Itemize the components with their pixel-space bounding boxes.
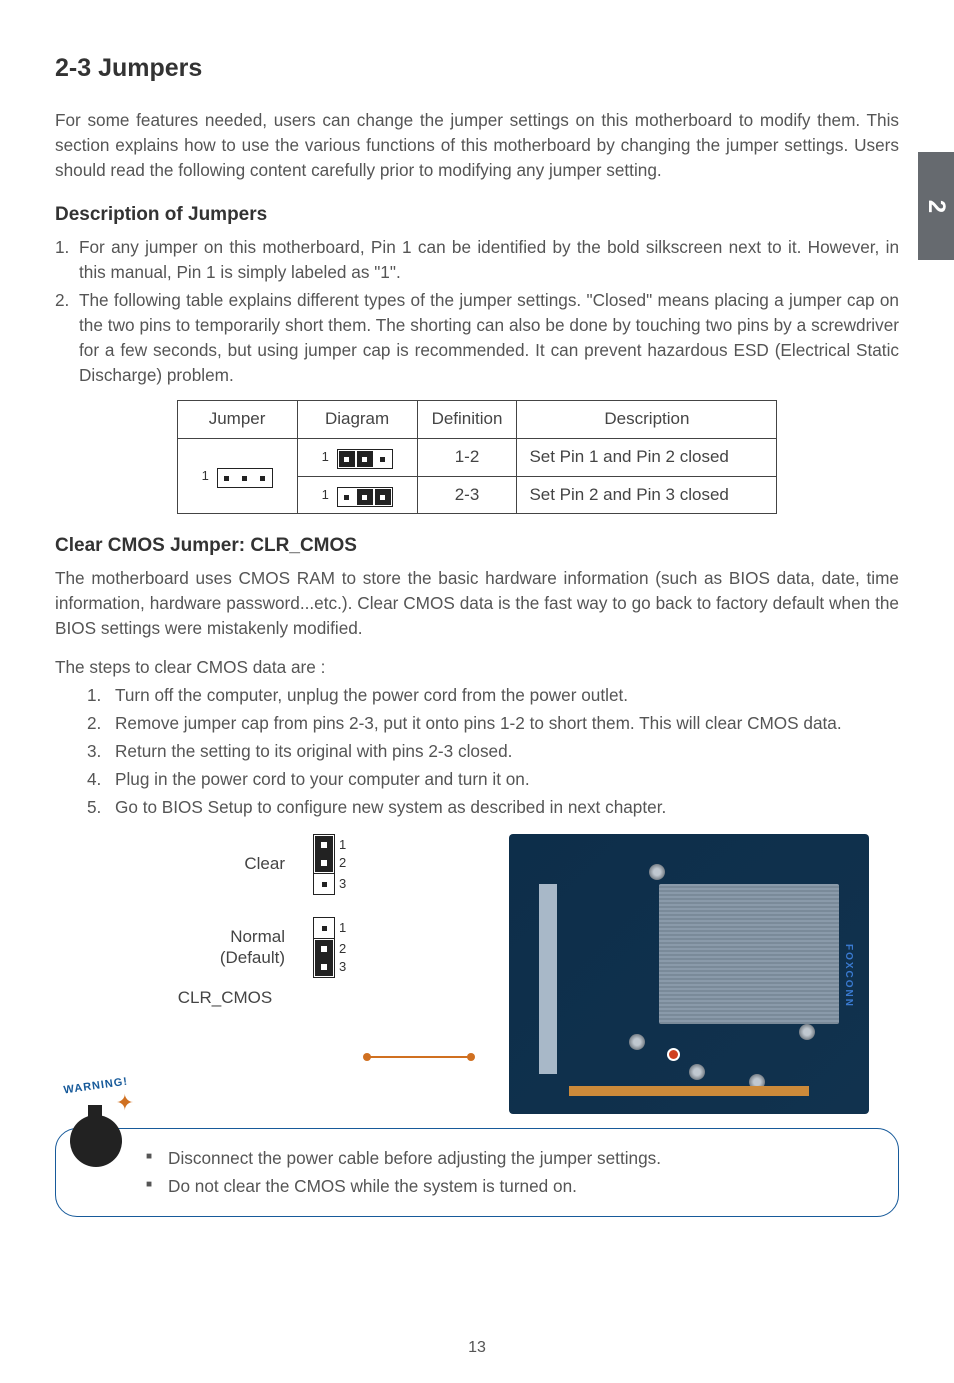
jumper-clear-icon: 1 2: [313, 834, 335, 874]
normal-label: Normal (Default): [220, 927, 285, 968]
chapter-number: 2: [919, 199, 954, 212]
intro-paragraph: For some features needed, users can chan…: [55, 108, 899, 183]
list-item: 2. The following table explains differen…: [55, 288, 899, 388]
warning-bomb-icon: WARNING! ✦: [52, 1087, 140, 1175]
pin1-label: 1: [322, 449, 329, 464]
warning-callout: WARNING! ✦ Disconnect the power cable be…: [55, 1128, 899, 1217]
list-item: 1. For any jumper on this motherboard, P…: [55, 235, 899, 285]
jumper-diagram-icon: [337, 487, 393, 507]
page-number: 13: [0, 1336, 954, 1359]
step-item: 1.Turn off the computer, unplug the powe…: [55, 683, 899, 708]
board-brand: FOXCONN: [841, 944, 856, 1008]
clr-cmos-label: CLR_CMOS: [115, 986, 335, 1011]
motherboard-image: FOXCONN: [509, 834, 869, 1114]
table-header: Jumper: [177, 401, 297, 439]
list-number: 1.: [55, 235, 79, 285]
table-cell-diagram: 1: [297, 438, 417, 476]
list-number: 2.: [55, 288, 79, 388]
description-heading: Description of Jumpers: [55, 201, 899, 229]
section-title: 2-3 Jumpers: [55, 50, 899, 86]
table-header: Description: [517, 401, 777, 439]
warning-item: Do not clear the CMOS while the system i…: [146, 1174, 880, 1199]
table-cell-definition: 2-3: [417, 476, 517, 514]
step-item: 5.Go to BIOS Setup to configure new syst…: [55, 795, 899, 820]
step-item: 4.Plug in the power cord to your compute…: [55, 767, 899, 792]
table-header: Definition: [417, 401, 517, 439]
jumper-diagram-icon: [337, 449, 393, 469]
list-text: The following table explains different t…: [79, 288, 899, 388]
step-item: 3.Return the setting to its original wit…: [55, 739, 899, 764]
list-text: For any jumper on this motherboard, Pin …: [79, 235, 899, 285]
page-content: 2-3 Jumpers For some features needed, us…: [0, 0, 954, 1257]
table-cell-jumper: 1: [177, 438, 297, 513]
pin1-label: 1: [322, 487, 329, 502]
chapter-tab: 2: [918, 152, 954, 260]
clear-cmos-heading: Clear CMOS Jumper: CLR_CMOS: [55, 532, 899, 560]
jumper-diagram-icon: [217, 468, 273, 488]
step-item: 2.Remove jumper cap from pins 2-3, put i…: [55, 711, 899, 736]
clear-label: Clear: [244, 854, 285, 874]
clr-cmos-diagram: Clear 1 2 3 Normal (Default): [115, 834, 899, 1114]
jumper-normal-icon: 2 3: [313, 938, 335, 978]
jumper-normal-icon-top: 1: [313, 917, 335, 939]
table-header: Diagram: [297, 401, 417, 439]
table-cell-diagram: 1: [297, 476, 417, 514]
steps-intro: The steps to clear CMOS data are :: [55, 655, 899, 680]
pin1-label: 1: [202, 468, 209, 483]
connector-line-icon: [369, 1056, 469, 1058]
table-cell-definition: 1-2: [417, 438, 517, 476]
jumper-table: Jumper Diagram Definition Description 1 …: [177, 400, 778, 514]
clear-cmos-paragraph: The motherboard uses CMOS RAM to store t…: [55, 566, 899, 641]
warning-item: Disconnect the power cable before adjust…: [146, 1146, 880, 1171]
table-cell-description: Set Pin 1 and Pin 2 closed: [517, 438, 777, 476]
jumper-clear-icon-bottom: 3: [313, 873, 335, 895]
table-cell-description: Set Pin 2 and Pin 3 closed: [517, 476, 777, 514]
